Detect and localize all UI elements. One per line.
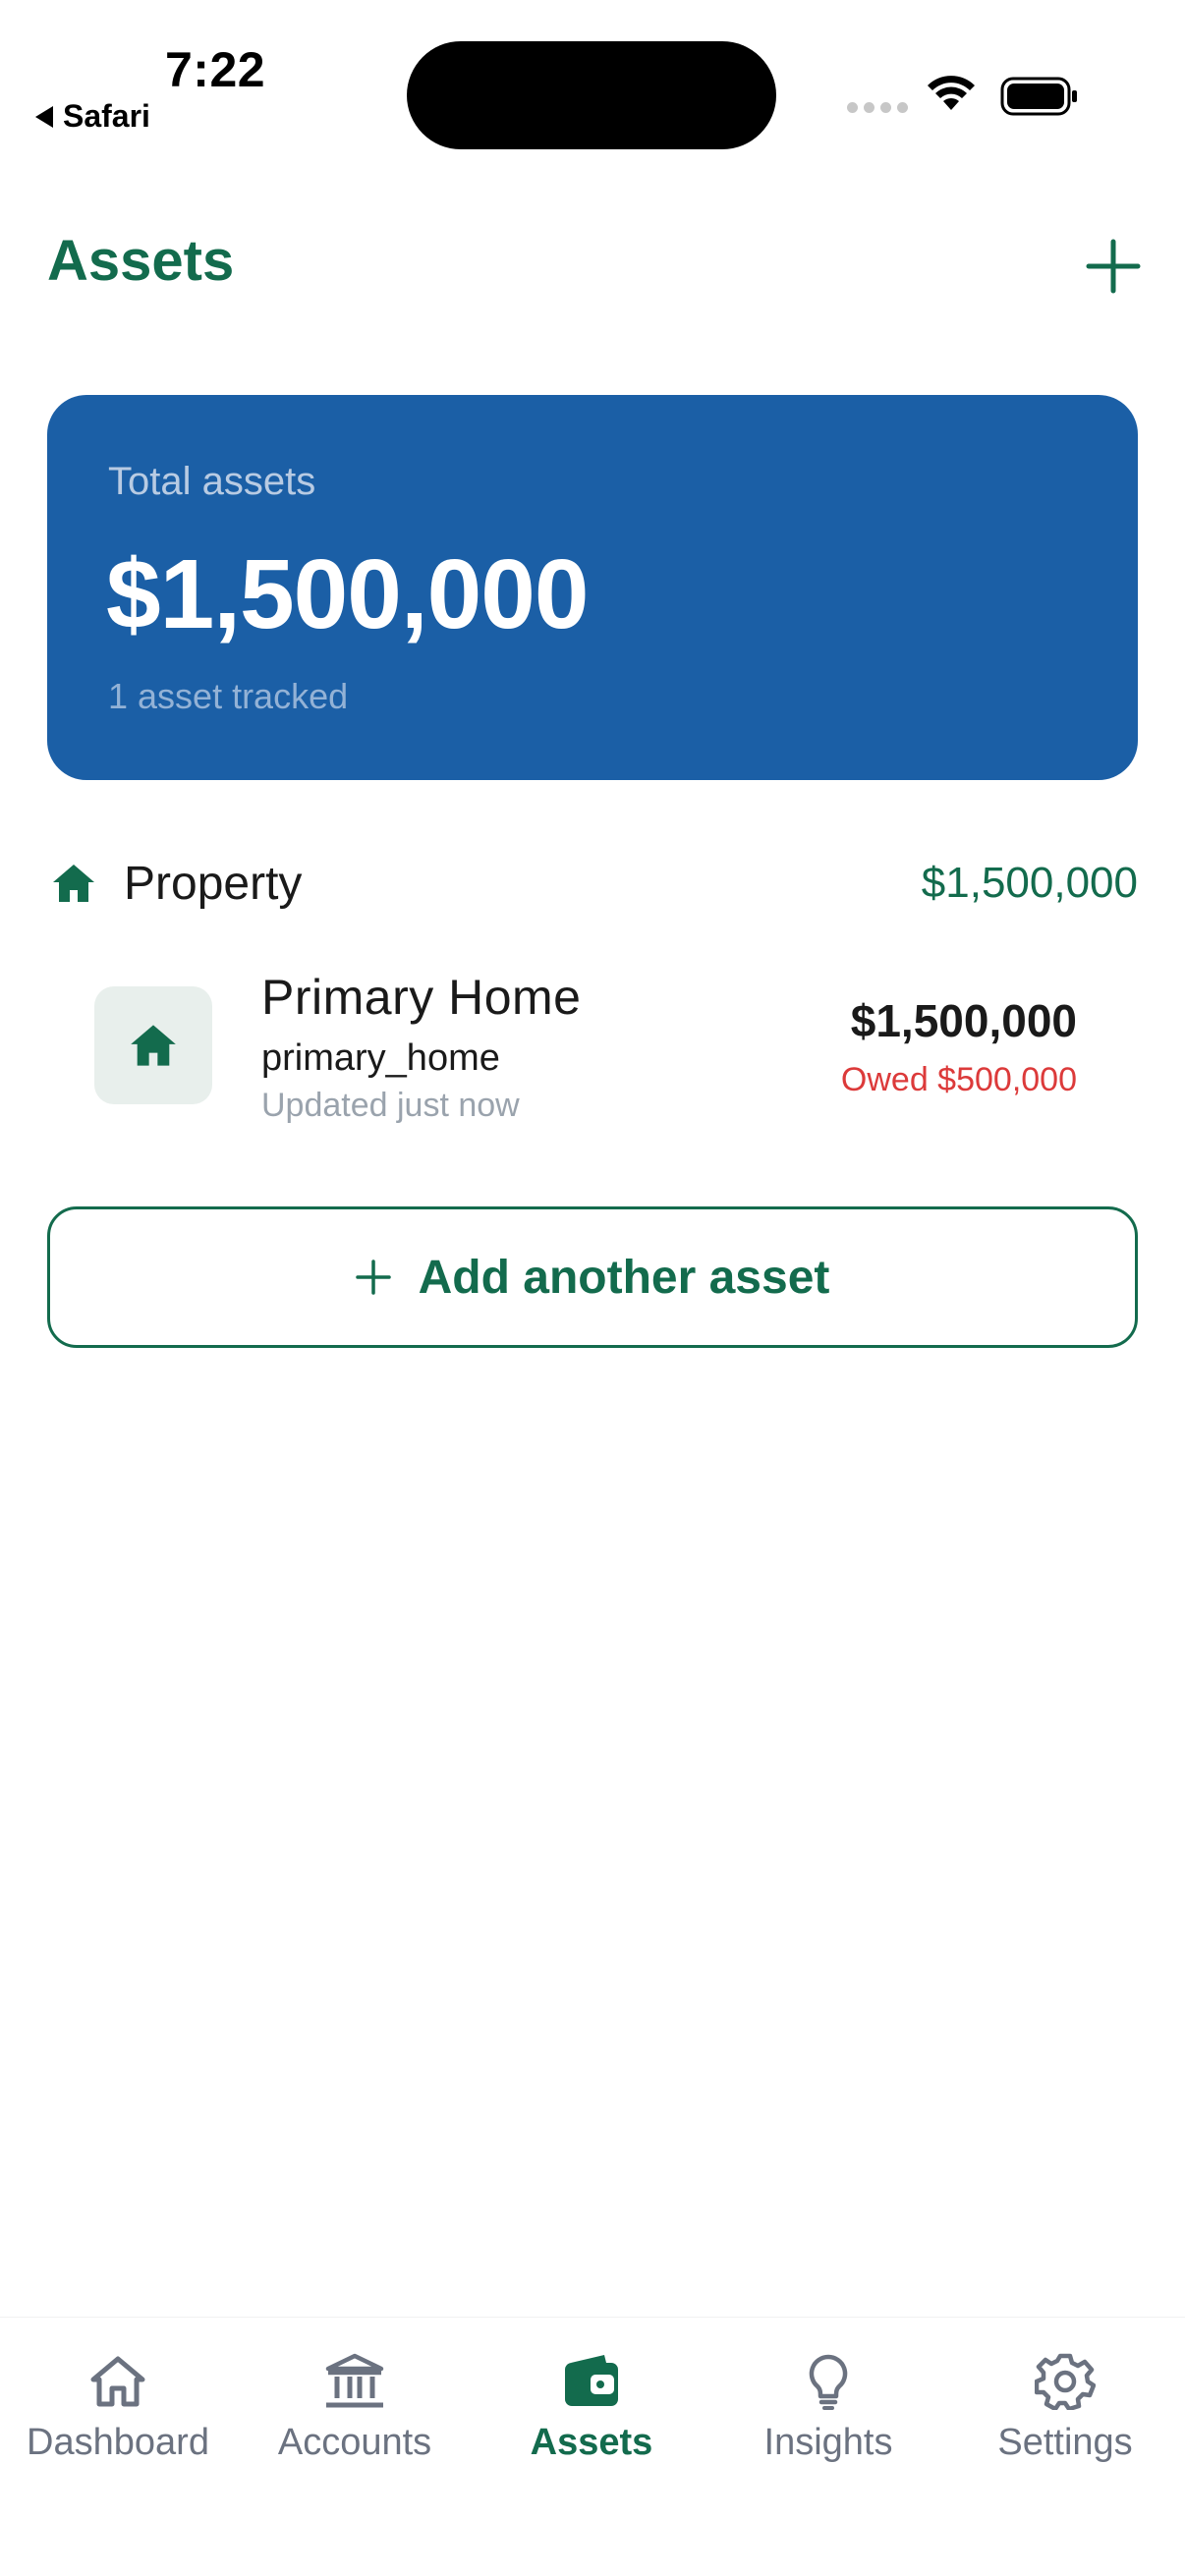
assets-tracked-count: 1 asset tracked [108,676,349,716]
total-assets-card: Total assets $1,500,000 1 asset tracked [47,395,1138,780]
tab-label: Dashboard [27,2422,209,2463]
tab-settings[interactable]: Settings [947,2353,1183,2481]
home-icon [90,2356,145,2407]
status-time: 7:22 [165,42,266,97]
tab-dashboard[interactable]: Dashboard [0,2353,236,2481]
back-to-safari-link[interactable]: Safari [35,98,150,135]
bottom-tab-bar: Dashboard Accounts Assets Insights Setti… [0,2317,1185,2576]
asset-name: Primary Home [261,970,582,1025]
plus-icon [355,1260,391,1295]
back-arrow-icon [35,105,53,128]
tab-label: Insights [763,2422,893,2463]
battery-icon [1000,77,1077,116]
total-assets-value: $1,500,000 [106,539,589,649]
section-total: $1,500,000 [921,859,1138,907]
asset-row-primary-home[interactable]: Primary Home primary_home Updated just n… [94,959,1077,1146]
asset-type: primary_home [261,1037,500,1079]
tab-label: Accounts [277,2422,432,2463]
asset-value: $1,500,000 [850,995,1077,1046]
add-asset-plus-icon[interactable] [1085,238,1142,295]
home-icon [53,865,94,902]
lightbulb-icon [809,2354,848,2410]
home-icon [131,1025,176,1066]
section-header-property: Property $1,500,000 [47,849,1138,918]
wifi-icon [928,76,975,110]
dynamic-island [407,41,776,149]
tab-insights[interactable]: Insights [710,2353,946,2481]
gear-icon [1035,2353,1096,2410]
add-another-asset-label: Add another asset [418,1251,830,1304]
tab-accounts[interactable]: Accounts [237,2353,473,2481]
asset-icon-box [94,986,212,1104]
asset-owed-amount: Owed $500,000 [840,1061,1077,1098]
assets-screen: 7:22 Safari Assets Total assets $1,500,0… [0,0,1185,2576]
wallet-icon [565,2355,618,2406]
asset-updated-time: Updated just now [261,1087,520,1124]
page-title: Assets [47,229,235,293]
tab-label: Assets [530,2422,653,2463]
section-title: Property [124,858,303,910]
back-label: Safari [63,98,150,134]
cellular-signal-icon [847,102,908,113]
add-another-asset-button[interactable]: Add another asset [47,1206,1138,1348]
total-assets-label: Total assets [108,460,316,503]
tab-label: Settings [997,2422,1133,2463]
bank-icon [325,2353,384,2408]
tab-assets[interactable]: Assets [474,2353,709,2481]
